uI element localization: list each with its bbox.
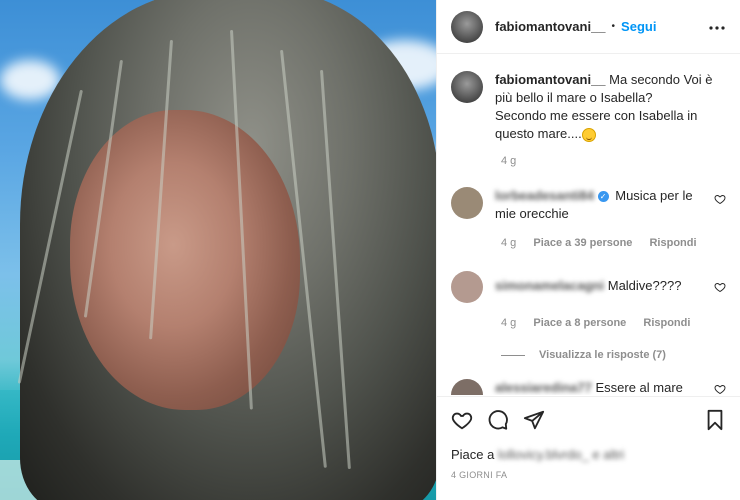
- likes-user[interactable]: lollovicy.blvrdo_ e altri: [498, 447, 624, 462]
- comment-username[interactable]: alessiaredina77: [495, 380, 592, 395]
- post-actions: Piace a lollovicy.blvrdo_ e altri 4 GIOR…: [437, 396, 740, 480]
- comment-username[interactable]: simonamelacagni: [495, 278, 604, 293]
- profile-avatar[interactable]: [451, 10, 483, 43]
- reply-button[interactable]: Rispondi: [649, 237, 696, 249]
- comment-item: lorbeadesanti84 ✓ Musica per le mie orec…: [451, 187, 726, 223]
- caption-age: 4 g: [501, 155, 517, 167]
- separator-dot: •: [611, 21, 616, 32]
- comments-list[interactable]: fabiomantovani__ Ma secondo Voi è più be…: [437, 55, 740, 395]
- action-icons: [451, 407, 726, 433]
- comment-meta: 4 g Piace a 8 persone Rispondi: [501, 317, 726, 329]
- smiling-face-emoji-icon: [581, 127, 596, 142]
- caption-meta: 4 g: [501, 155, 726, 167]
- share-icon[interactable]: [523, 409, 545, 431]
- comment-age: 4 g: [501, 237, 517, 249]
- header-username[interactable]: fabiomantovani__: [495, 19, 606, 34]
- post-photo[interactable]: [0, 0, 436, 500]
- commenter-avatar[interactable]: [451, 379, 483, 395]
- comment-username[interactable]: lorbeadesanti84: [495, 188, 594, 203]
- likes-prefix: Piace a: [451, 447, 495, 462]
- comment-likes[interactable]: Piace a 39 persone: [533, 237, 632, 249]
- comment-like-heart-icon[interactable]: [714, 281, 726, 293]
- caption-avatar[interactable]: [451, 71, 483, 103]
- comment-age: 4 g: [501, 317, 517, 329]
- face: [70, 110, 300, 410]
- commenter-avatar[interactable]: [451, 271, 483, 303]
- reply-button[interactable]: Rispondi: [643, 317, 690, 329]
- follow-button[interactable]: Segui: [621, 19, 656, 34]
- likes-summary[interactable]: Piace a lollovicy.blvrdo_ e altri: [451, 447, 726, 462]
- bookmark-icon[interactable]: [704, 409, 726, 431]
- comment-like-heart-icon[interactable]: [714, 193, 726, 205]
- view-replies-button[interactable]: Visualizza le risposte (7): [501, 349, 726, 361]
- caption: fabiomantovani__ Ma secondo Voi è più be…: [451, 71, 726, 143]
- view-replies-label: Visualizza le risposte (7): [539, 349, 666, 361]
- post-timestamp[interactable]: 4 GIORNI FA: [451, 470, 726, 480]
- heart-icon[interactable]: [451, 409, 473, 431]
- comment-text: Essere al mare: [595, 380, 683, 395]
- comment-item: simonamelacagni Maldive????: [451, 271, 726, 303]
- commenter-avatar[interactable]: [451, 187, 483, 219]
- more-options-icon[interactable]: [708, 18, 726, 36]
- comment-icon[interactable]: [487, 409, 509, 431]
- post-header: fabiomantovani__ • Segui: [437, 0, 740, 54]
- verified-badge-icon: ✓: [597, 191, 609, 203]
- comment-likes[interactable]: Piace a 8 persone: [533, 317, 626, 329]
- caption-username[interactable]: fabiomantovani__: [495, 72, 606, 87]
- post-panel: fabiomantovani__ • Segui fabiomantovani_…: [436, 0, 740, 500]
- caption-text-2: Secondo me essere con Isabella in questo…: [495, 108, 698, 141]
- comment-item: alessiaredina77 Essere al mare: [451, 379, 726, 395]
- comment-text: Maldive????: [607, 278, 682, 293]
- comment-meta: 4 g Piace a 39 persone Rispondi: [501, 237, 726, 249]
- replies-divider: [501, 354, 525, 356]
- comment-like-heart-icon[interactable]: [714, 383, 726, 395]
